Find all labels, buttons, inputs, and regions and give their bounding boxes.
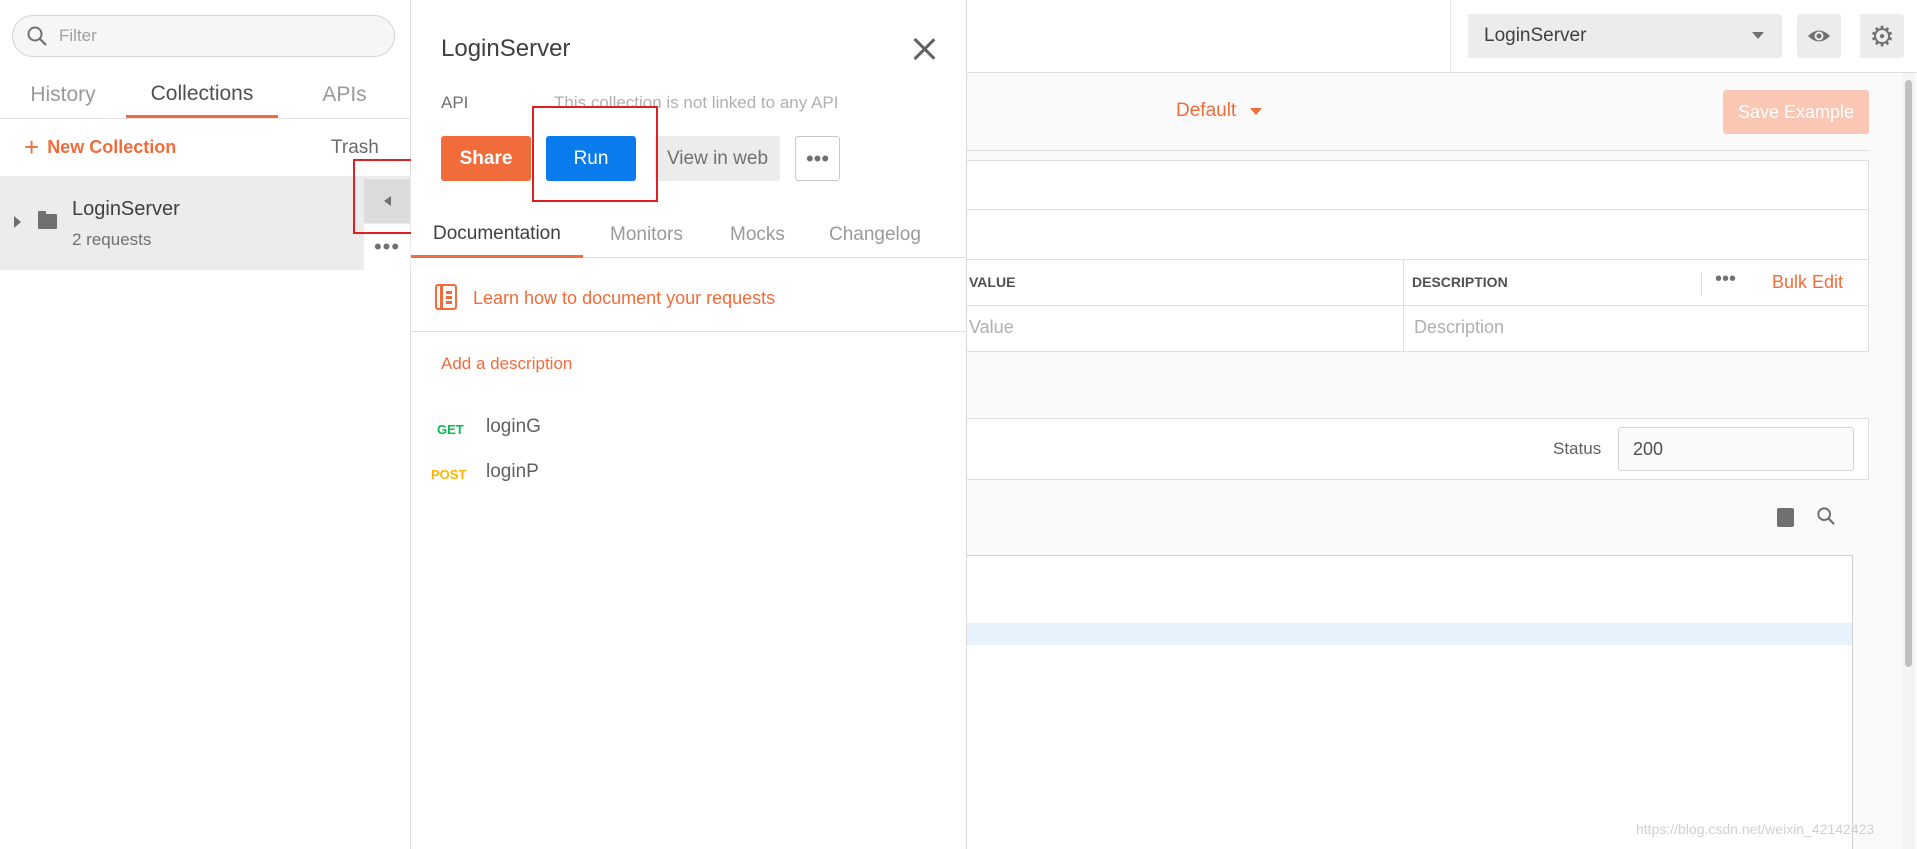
sidebar-actions: + New Collection Trash [0,118,411,176]
gear-icon: ⚙ [1869,20,1895,52]
settings-button[interactable]: ⚙ [1860,14,1904,58]
divider [1701,272,1702,296]
watermark: https://blog.csdn.net/weixin_42142423 [1636,821,1875,837]
table-more-button[interactable]: ••• [1715,268,1736,291]
environment-value: LoginServer [1484,25,1587,46]
value-column-header: VALUE [969,274,1016,290]
sidebar: History Collections APIs + New Collectio… [0,0,427,849]
view-in-web-button[interactable]: View in web [655,136,780,181]
learn-docs-row[interactable]: Learn how to document your requests [411,268,967,332]
new-collection-label: New Collection [47,137,177,157]
documentation-icon [435,284,457,310]
tab-documentation[interactable]: Documentation [411,212,583,258]
search-icon [27,26,47,46]
collection-name: LoginServer [72,198,180,220]
panel-tabs: Documentation Monitors Mocks Changelog [411,212,967,258]
tab-collections[interactable]: Collections [126,72,278,118]
scrollbar-thumb[interactable] [1905,80,1912,667]
description-input[interactable]: Description [1414,317,1504,338]
environment-select[interactable]: LoginServer [1468,14,1782,58]
api-label: API [441,93,469,112]
collection-panel: LoginServer API This collection is not l… [411,0,967,849]
trash-link[interactable]: Trash [331,137,379,159]
main-area: LoginServer ⚙ Default Save Example VALUE… [967,0,1917,849]
params-table: VALUE DESCRIPTION ••• Bulk Edit Value De… [967,260,1869,352]
filter-input[interactable] [59,26,359,46]
eye-icon [1808,30,1830,42]
more-actions-button[interactable]: ••• [795,136,840,181]
bulk-edit-link[interactable]: Bulk Edit [1772,272,1843,293]
filter-box[interactable] [12,15,395,57]
collection-item[interactable]: LoginServer 2 requests [0,176,411,270]
value-input[interactable]: Value [969,317,1014,338]
new-collection-button[interactable]: + New Collection [24,132,176,163]
request-name: loginG [486,416,541,437]
copy-icon[interactable] [1773,504,1794,527]
status-label: Status [1553,439,1602,458]
example-select-value: Default [1176,100,1237,121]
tab-apis[interactable]: APIs [278,72,411,118]
request-url-field[interactable] [967,160,1869,210]
tab-monitors[interactable]: Monitors [610,212,683,258]
divider [1450,0,1451,73]
request-item[interactable]: POST loginP [411,459,967,489]
environment-quick-look-button[interactable] [1797,14,1841,58]
request-tabs-row [967,210,1869,260]
caret-right-icon[interactable] [14,216,21,228]
folder-icon [38,211,57,229]
status-input[interactable]: 200 [1618,427,1854,471]
add-description-link[interactable]: Add a description [441,354,572,374]
top-bar: LoginServer ⚙ [967,0,1917,73]
params-table-header: VALUE DESCRIPTION ••• Bulk Edit [967,260,1869,306]
active-line [967,623,1852,645]
chevron-down-icon [1752,32,1764,39]
tab-mocks[interactable]: Mocks [730,212,785,258]
divider [1403,260,1404,352]
example-select[interactable]: Default [1176,100,1263,122]
share-button[interactable]: Share [441,136,531,181]
tab-changelog[interactable]: Changelog [829,212,921,258]
method-badge: GET [437,422,464,437]
description-column-header: DESCRIPTION [1412,274,1508,290]
sidebar-tabs: History Collections APIs [0,72,411,118]
highlight-box [532,106,658,202]
divider [967,150,1869,151]
request-name: loginP [486,461,539,482]
response-body-editor[interactable] [967,555,1853,849]
close-icon[interactable] [911,36,937,62]
method-badge: POST [431,467,467,482]
save-example-button[interactable]: Save Example [1723,90,1869,134]
panel-title: LoginServer [441,35,571,62]
chevron-down-icon [1250,107,1263,115]
collection-request-count: 2 requests [72,230,152,249]
search-icon[interactable] [1817,507,1835,525]
learn-docs-link[interactable]: Learn how to document your requests [473,288,775,309]
tab-history[interactable]: History [0,72,126,118]
plus-icon: + [24,132,40,162]
response-bar: Status 200 [967,418,1869,480]
request-item[interactable]: GET loginG [411,414,967,444]
